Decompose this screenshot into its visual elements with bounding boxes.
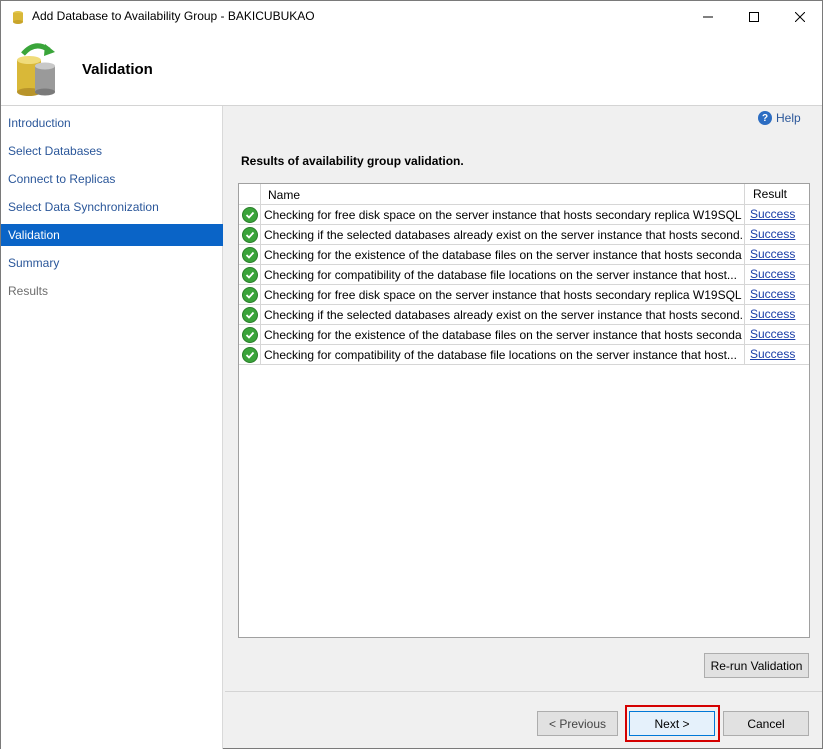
minimize-icon (703, 16, 713, 17)
maximize-icon (749, 11, 759, 22)
close-icon (795, 11, 805, 22)
success-check-icon (241, 246, 258, 263)
row-result-link[interactable]: Success (744, 245, 809, 264)
success-check-icon (241, 266, 258, 283)
row-name: Checking for free disk space on the serv… (264, 288, 742, 302)
row-name: Checking if the selected databases alrea… (264, 308, 742, 322)
success-check-icon (241, 346, 258, 363)
window-title: Add Database to Availability Group - BAK… (32, 9, 315, 23)
validation-grid: Name Result Checking for free disk space… (238, 183, 810, 638)
nav-item-validation[interactable]: Validation (1, 224, 223, 246)
table-row: Checking if the selected databases alrea… (239, 305, 809, 325)
database-sync-icon (17, 43, 55, 96)
table-row: Checking for free disk space on the serv… (239, 285, 809, 305)
row-name: Checking if the selected databases alrea… (264, 228, 742, 242)
success-check-icon (241, 206, 258, 223)
row-result-link[interactable]: Success (744, 285, 809, 304)
app-icon (13, 11, 23, 24)
nav-item-connect-to-replicas[interactable]: Connect to Replicas (1, 168, 223, 190)
help-icon: ? (758, 111, 772, 125)
nav-item-select-data-synchronization[interactable]: Select Data Synchronization (1, 196, 223, 218)
grid-header: Name Result (239, 184, 809, 205)
help-label: Help (776, 111, 801, 125)
nav-item-select-databases[interactable]: Select Databases (1, 140, 223, 162)
minimize-button[interactable] (685, 1, 731, 32)
footer-divider (225, 691, 822, 692)
previous-button[interactable]: < Previous (537, 711, 618, 736)
table-row: Checking for compatibility of the databa… (239, 265, 809, 285)
table-row: Checking for the existence of the databa… (239, 245, 809, 265)
row-result-link[interactable]: Success (744, 265, 809, 284)
table-row: Checking for the existence of the databa… (239, 325, 809, 345)
success-check-icon (241, 326, 258, 343)
row-result-link[interactable]: Success (744, 225, 809, 244)
nav-item-results: Results (8, 284, 49, 298)
nav-item-introduction[interactable]: Introduction (1, 112, 223, 134)
row-result-link[interactable]: Success (744, 325, 809, 344)
success-check-icon (241, 226, 258, 243)
cancel-button[interactable]: Cancel (723, 711, 809, 736)
dialog-window: Add Database to Availability Group - BAK… (0, 0, 823, 749)
row-name: Checking for compatibility of the databa… (264, 348, 737, 362)
row-result-link[interactable]: Success (744, 305, 809, 324)
rerun-validation-button[interactable]: Re-run Validation (704, 653, 809, 678)
wizard-nav: Introduction Select Databases Connect to… (1, 106, 223, 749)
help-link[interactable]: ? Help (758, 111, 801, 125)
column-header-result[interactable]: Result (744, 184, 809, 205)
table-row: Checking for compatibility of the databa… (239, 345, 809, 365)
nav-item-summary[interactable]: Summary (1, 252, 223, 274)
page-title: Validation (82, 61, 153, 78)
table-row: Checking for free disk space on the serv… (239, 205, 809, 225)
title-bar: Add Database to Availability Group - BAK… (1, 1, 822, 32)
table-row: Checking if the selected databases alrea… (239, 225, 809, 245)
row-name: Checking for free disk space on the serv… (264, 208, 742, 222)
grid-corner (239, 184, 261, 205)
row-name: Checking for compatibility of the databa… (264, 268, 737, 282)
success-check-icon (241, 286, 258, 303)
next-button[interactable]: Next > (629, 711, 715, 736)
row-name: Checking for the existence of the databa… (264, 248, 742, 262)
column-header-name[interactable]: Name (268, 188, 300, 202)
page-header: Validation (1, 32, 822, 105)
row-name: Checking for the existence of the databa… (264, 328, 742, 342)
success-check-icon (241, 306, 258, 323)
row-result-link[interactable]: Success (744, 345, 809, 364)
row-result-link[interactable]: Success (744, 205, 809, 224)
close-button[interactable] (777, 1, 823, 32)
results-heading: Results of availability group validation… (241, 154, 464, 168)
maximize-button[interactable] (731, 1, 777, 32)
